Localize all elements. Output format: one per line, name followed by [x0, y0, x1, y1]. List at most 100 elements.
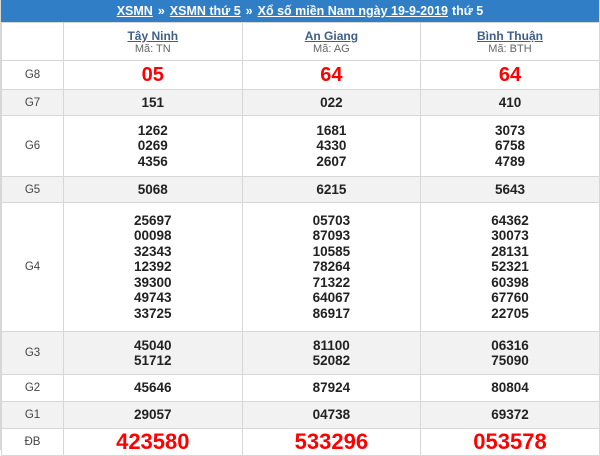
winning-number: 06316	[491, 337, 529, 353]
prize-label: G1	[1, 401, 64, 429]
prize-cell: 69372	[420, 401, 600, 429]
prize-row-g6: G6 1262 0269 4356 1681 4330 2607 3073 6758 4789	[1, 115, 600, 177]
prize-label: G5	[1, 176, 64, 203]
province-link-tay-ninh[interactable]: Tây Ninh	[64, 29, 242, 43]
winning-number: 04738	[312, 407, 351, 423]
winning-number: 022	[320, 94, 343, 110]
breadcrumb-weekday: thứ 5	[451, 4, 484, 18]
winning-number: 33725	[134, 305, 172, 321]
prize-label: ĐB	[1, 428, 64, 456]
header-empty-cell	[1, 22, 64, 61]
province-header-binh-thuan: Bình Thuận Mã: BTH	[420, 22, 600, 61]
winning-number: 49743	[134, 290, 172, 306]
province-code: Mã: BTH	[488, 43, 532, 55]
winning-number: 533296	[294, 429, 369, 454]
prize-cell: 45646	[63, 374, 243, 402]
prize-cell: 022	[241, 89, 422, 116]
winning-number: 64	[498, 64, 522, 86]
winning-number: 45646	[134, 380, 172, 396]
winning-number: 78264	[312, 259, 351, 275]
prize-cell: 533296	[241, 428, 422, 456]
province-link-binh-thuan[interactable]: Bình Thuận	[421, 29, 599, 43]
prize-cell: 6215	[241, 176, 422, 203]
prize-cell: 64	[420, 60, 600, 90]
winning-number: 87924	[312, 380, 351, 396]
breadcrumb-link-date[interactable]: Xổ số miền Nam ngày 19-9-2019	[258, 4, 448, 18]
breadcrumb-bar: XSMN » XSMN thứ 5 » Xổ số miền Nam ngày …	[1, 0, 599, 22]
breadcrumb-separator: »	[245, 4, 253, 18]
prize-label: G6	[1, 115, 64, 177]
winning-number: 87093	[312, 228, 351, 244]
winning-number: 4330	[316, 138, 347, 154]
prize-cell: 151	[63, 89, 243, 116]
winning-number: 00098	[134, 228, 172, 244]
winning-number: 81100	[312, 337, 350, 353]
winning-number: 05	[141, 64, 164, 86]
results-table: Tây Ninh Mã: TN An Giang Mã: AG Bình Thu…	[1, 22, 600, 456]
winning-number: 22705	[491, 305, 529, 321]
winning-number: 4789	[494, 153, 525, 169]
winning-number: 86917	[312, 305, 351, 321]
winning-number: 151	[141, 94, 165, 110]
prize-cell: 5068	[63, 176, 243, 203]
prize-cell: 29057	[63, 401, 243, 429]
winning-number: 10585	[312, 243, 351, 259]
prize-cell: 25697 00098 32343 12392 39300 49743 33725	[63, 202, 243, 332]
prize-cell: 81100 52082	[241, 331, 422, 375]
winning-number: 45040	[134, 337, 172, 353]
prize-label: G2	[1, 374, 64, 402]
winning-number: 52321	[491, 259, 529, 275]
prize-cell: 45040 51712	[63, 331, 243, 375]
winning-number: 29057	[134, 407, 172, 423]
prize-cell: 80804	[420, 374, 600, 402]
winning-number: 25697	[134, 213, 172, 229]
prize-cell: 1681 4330 2607	[241, 115, 422, 177]
prize-row-g7: G7 151 022 410	[1, 89, 600, 116]
prize-cell: 423580	[63, 428, 243, 456]
breadcrumb-link-xsmn-thu5[interactable]: XSMN thứ 5	[170, 4, 241, 18]
province-code: Mã: AG	[313, 43, 350, 55]
prize-cell: 64	[241, 60, 422, 90]
prize-cell: 1262 0269 4356	[63, 115, 243, 177]
province-link-an-giang[interactable]: An Giang	[243, 29, 421, 43]
prize-cell: 05	[63, 60, 243, 90]
winning-number: 053578	[473, 429, 547, 454]
winning-number: 05703	[312, 213, 351, 229]
winning-number: 60398	[491, 274, 529, 290]
prize-label: G4	[1, 202, 64, 332]
prize-row-g3: G3 45040 51712 81100 52082 06316 75090	[1, 331, 600, 375]
prize-row-g8: G8 05 64 64	[1, 60, 600, 90]
province-code: Mã: TN	[134, 43, 171, 55]
winning-number: 39300	[134, 274, 172, 290]
breadcrumb-separator: »	[157, 4, 165, 18]
winning-number: 30073	[491, 228, 529, 244]
winning-number: 0269	[137, 138, 168, 154]
prize-row-g2: G2 45646 87924 80804	[1, 374, 600, 402]
prize-cell: 04738	[241, 401, 422, 429]
winning-number: 3073	[494, 122, 525, 138]
winning-number: 67760	[491, 290, 529, 306]
prize-cell: 410	[420, 89, 600, 116]
winning-number: 6215	[316, 181, 347, 197]
winning-number: 51712	[134, 353, 172, 368]
winning-number: 1681	[316, 122, 347, 138]
province-header-an-giang: An Giang Mã: AG	[241, 22, 422, 61]
prize-cell: 053578	[420, 428, 600, 456]
winning-number: 52082	[312, 353, 351, 368]
winning-number: 64067	[312, 290, 351, 306]
prize-cell: 5643	[420, 176, 600, 203]
winning-number: 28131	[491, 243, 529, 259]
winning-number: 12392	[134, 259, 172, 275]
winning-number: 64362	[491, 213, 529, 229]
prize-label: G7	[1, 89, 64, 116]
breadcrumb-link-xsmn[interactable]: XSMN	[117, 4, 153, 18]
prize-row-gdb: ĐB 423580 533296 053578	[1, 428, 600, 456]
winning-number: 64	[320, 64, 343, 86]
prize-cell: 64362 30073 28131 52321 60398 67760 22705	[420, 202, 600, 332]
prize-row-g4: G4 25697 00098 32343 12392 39300 49743 33725 057…	[1, 202, 600, 332]
prize-cell: 06316 75090	[420, 331, 600, 375]
prize-cell: 3073 6758 4789	[420, 115, 600, 177]
prize-cell: 87924	[241, 374, 422, 402]
prize-label: G8	[1, 60, 64, 90]
province-header-row: Tây Ninh Mã: TN An Giang Mã: AG Bình Thu…	[1, 22, 600, 61]
